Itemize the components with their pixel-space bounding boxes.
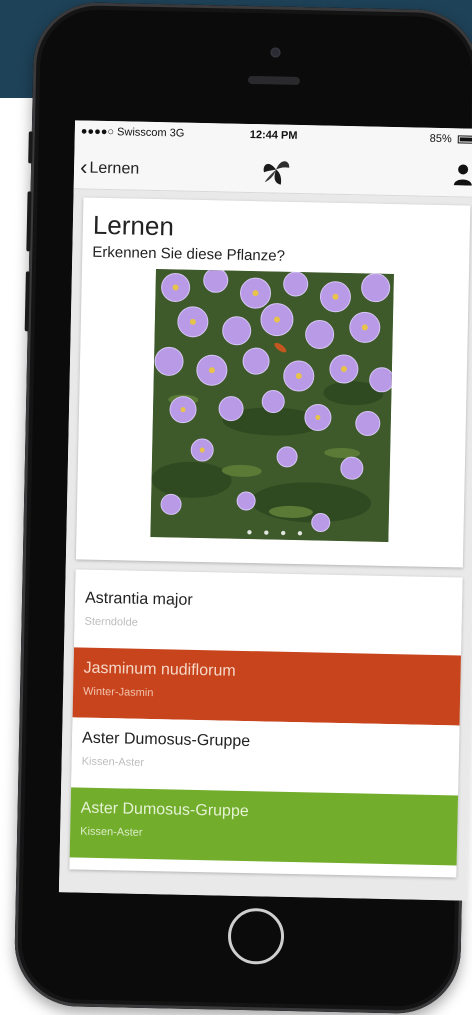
question-text: Erkennen Sie diese Pflanze?: [92, 243, 286, 265]
answer-option-4-correct[interactable]: Aster Dumosus-Gruppe Kissen-Aster: [69, 787, 459, 866]
navigation-bar: ‹Lernen: [73, 142, 472, 198]
earpiece-speaker: [247, 75, 301, 86]
battery-percent: 85%: [429, 132, 452, 146]
question-card: Lernen Erkennen Sie diese Pflanze? ● ● ●…: [75, 197, 471, 568]
mute-switch: [28, 131, 33, 164]
answer-option-2-wrong[interactable]: Jasminum nudiflorum Winter-Jasmin: [72, 647, 461, 726]
image-pager-dots[interactable]: ● ● ● ●: [246, 527, 307, 539]
volume-down-button: [24, 271, 30, 332]
aster-flowers-image: [150, 269, 394, 542]
answer-common-name: Kissen-Aster: [80, 825, 143, 839]
answer-common-name: Sterndolde: [84, 615, 138, 629]
phone-frame: ●●●●○ Swisscom 3G 12:44 PM 85% ‹Lernen L…: [13, 1, 472, 1015]
answer-common-name: Winter-Jasmin: [82, 685, 154, 700]
answer-scientific-name: Jasminum nudiflorum: [83, 659, 236, 680]
volume-up-button: [26, 191, 32, 252]
answer-scientific-name: Astrantia major: [84, 589, 193, 609]
carrier-label: ●●●●○ Swisscom 3G: [80, 125, 185, 140]
answer-common-name: Kissen-Aster: [81, 755, 145, 769]
back-button[interactable]: ‹Lernen: [80, 154, 140, 181]
answer-scientific-name: Aster Dumosus-Gruppe: [81, 729, 251, 751]
home-button[interactable]: [227, 907, 285, 965]
back-label: Lernen: [89, 159, 140, 178]
clock: 12:44 PM: [249, 128, 298, 142]
battery-icon: [457, 135, 472, 144]
answer-scientific-name: Aster Dumosus-Gruppe: [80, 799, 249, 821]
front-camera: [270, 47, 281, 58]
app-screen: ●●●●○ Swisscom 3G 12:44 PM 85% ‹Lernen L…: [58, 120, 472, 901]
answer-option-3[interactable]: Aster Dumosus-Gruppe Kissen-Aster: [71, 717, 460, 796]
answer-list: Astrantia major Sterndolde Jasminum nudi…: [69, 569, 463, 878]
chevron-left-icon: ‹: [79, 154, 88, 180]
leaf-logo-icon: [263, 161, 290, 185]
user-icon[interactable]: [453, 163, 472, 186]
page-title: Lernen: [92, 209, 175, 242]
answer-option-1[interactable]: Astrantia major Sterndolde: [74, 577, 463, 656]
plant-photo[interactable]: ● ● ● ●: [150, 269, 394, 542]
content-area: Lernen Erkennen Sie diese Pflanze? ● ● ●…: [58, 189, 472, 901]
